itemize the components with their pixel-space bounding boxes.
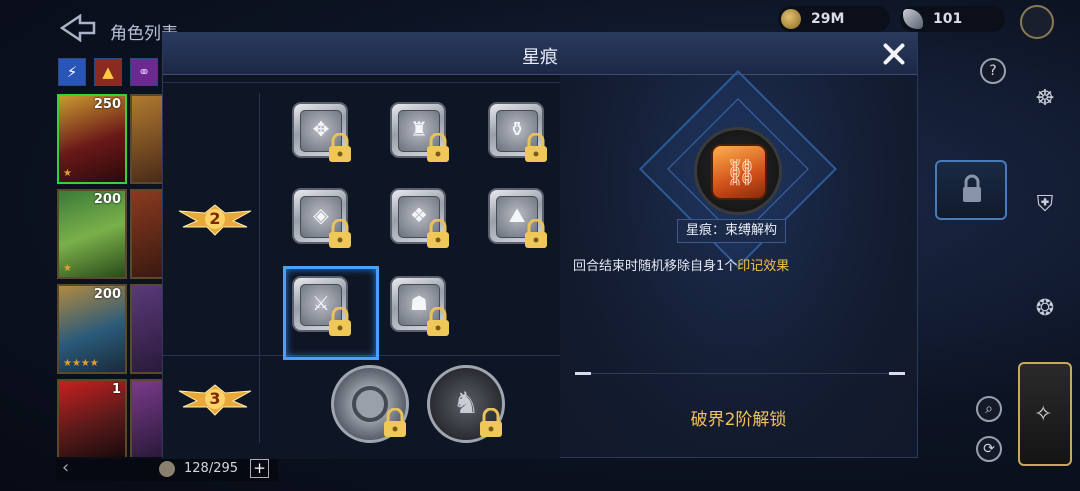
locked-slot[interactable] — [935, 160, 1007, 220]
help-icon[interactable]: ? — [980, 58, 1006, 84]
hero-level: 250 — [93, 97, 121, 112]
refresh-icon[interactable]: ⟳ — [976, 436, 1002, 462]
rune-description-text: 回合结束时随机移除自身1个 — [573, 259, 738, 274]
rune-slot[interactable]: ❖ — [383, 183, 457, 257]
rune-slot[interactable]: ✥ — [285, 97, 359, 171]
hero-card[interactable]: 200 ★★★★ — [57, 284, 127, 374]
hero-card[interactable] — [130, 284, 164, 374]
roster-footer: ‹ 128/295 + — [56, 457, 278, 481]
hero-card[interactable] — [130, 189, 164, 279]
selected-rune-display: ⛓ — [694, 127, 782, 215]
sidebar-item-relic-icon[interactable]: ❂ — [1030, 294, 1060, 324]
rune-detail-panel: ⛓ 星痕：束缚解构 回合结束时随机移除自身1个印记效果 破界2阶解锁 — [560, 70, 917, 457]
search-icon[interactable]: ⌕ — [976, 396, 1002, 422]
lock-icon — [525, 133, 547, 162]
hero-card[interactable]: 250 ★ — [57, 94, 127, 184]
divider — [259, 93, 260, 443]
sidebar-item-hero-icon[interactable]: ☸ — [1030, 84, 1060, 114]
rune-slot-selected[interactable]: ⚔ — [283, 266, 379, 360]
star-icon: ★ — [63, 263, 72, 274]
feather-gem-icon — [903, 9, 923, 29]
screen: 角色列表 29M 101 ⚡ ▲ ⚭ 250 ★ 200 ★ 200 ★★★★ … — [0, 0, 1080, 491]
rune-glyph-icon: ⚔ — [312, 291, 330, 315]
lock-icon — [329, 133, 351, 162]
back-arrow-icon[interactable] — [60, 14, 96, 42]
rune-grid-panel: 2 ✥ ♜ ⚱ ◈ ❖ ⛰ ⚔ ☗ 3 ♞ — [163, 75, 560, 459]
lock-icon — [329, 307, 351, 336]
rune-name: 星痕：束缚解构 — [677, 219, 787, 243]
hero-level: 200 — [93, 192, 121, 207]
hero-level: 1 — [111, 382, 121, 397]
star-icon: ★★★★ — [63, 358, 99, 369]
sidebar-item-armor-icon[interactable]: ⛨ — [1030, 190, 1060, 220]
rune-frame — [292, 276, 348, 332]
close-icon[interactable] — [878, 38, 910, 70]
lock-icon — [384, 408, 406, 437]
tier-number: 3 — [209, 389, 221, 408]
hero-level: 200 — [93, 287, 121, 302]
tier-number: 2 — [209, 209, 221, 228]
bag-icon — [159, 461, 175, 477]
tier-3-rune-orb[interactable]: ♞ — [427, 365, 505, 443]
divider-cap — [575, 372, 591, 375]
rune-slot[interactable]: ☗ — [383, 271, 457, 345]
dialog-header: 星痕 — [163, 33, 917, 75]
lock-icon — [963, 174, 981, 202]
hero-card[interactable] — [130, 94, 164, 184]
hero-card[interactable]: 200 ★ — [57, 189, 127, 279]
fire-filter-icon[interactable]: ▲ — [94, 58, 122, 86]
rune-description: 回合结束时随机移除自身1个印记效果 — [573, 255, 789, 274]
keyword-highlight[interactable]: 印记效果 — [737, 259, 789, 274]
divider-cap — [889, 372, 905, 375]
chain-filter-icon[interactable]: ⚭ — [130, 58, 158, 86]
filter-bar: ⚡ ▲ ⚭ — [58, 58, 158, 86]
lock-icon — [427, 219, 449, 248]
side-nav: ? ☸ ⛨ ❂ ✧ ⌕ ⟳ — [976, 0, 1080, 491]
lightning-filter-icon[interactable]: ⚡ — [58, 58, 86, 86]
rune-slot[interactable]: ⛰ — [481, 183, 555, 257]
divider — [575, 373, 905, 374]
unlock-requirement: 破界2阶解锁 — [690, 410, 787, 430]
rune-slot[interactable]: ◈ — [285, 183, 359, 257]
lock-icon — [427, 133, 449, 162]
hero-card[interactable]: 1 — [57, 379, 127, 459]
hero-card[interactable] — [130, 379, 164, 459]
gold-amount: 29M — [811, 11, 845, 27]
lock-icon — [525, 219, 547, 248]
tier-2-badge: 2 — [177, 203, 253, 237]
chevron-left-icon[interactable]: ‹ — [62, 457, 69, 478]
lock-icon — [427, 307, 449, 336]
star-icon: ★ — [63, 168, 72, 179]
lock-icon — [480, 408, 502, 437]
rune-slot[interactable]: ♜ — [383, 97, 457, 171]
lock-icon — [329, 219, 351, 248]
gem-amount: 101 — [933, 11, 963, 27]
sidebar-item-starmark[interactable]: ✧ — [1018, 362, 1072, 466]
starmark-icon: ✧ — [1034, 402, 1053, 427]
tier-3-badge: 3 — [177, 383, 253, 417]
gem-counter[interactable]: 101 — [900, 6, 1005, 32]
tier-3-rune-orb[interactable] — [331, 365, 409, 443]
chain-break-rune-icon: ⛓ — [724, 158, 758, 188]
gold-counter[interactable]: 29M — [778, 6, 890, 32]
roster-count: 128/295 — [184, 461, 239, 476]
dialog-title: 星痕 — [522, 47, 558, 68]
rune-frame: ⛓ — [711, 144, 767, 200]
starmark-dialog: 星痕 2 ✥ ♜ ⚱ ◈ ❖ ⛰ ⚔ ☗ 3 ♞ ⛓ 星痕：束缚解构 回合结束时… — [162, 32, 918, 459]
divider — [163, 75, 560, 83]
rune-slot[interactable]: ⚱ — [481, 97, 555, 171]
gold-coin-icon — [781, 9, 801, 29]
expand-roster-button[interactable]: + — [250, 459, 269, 478]
